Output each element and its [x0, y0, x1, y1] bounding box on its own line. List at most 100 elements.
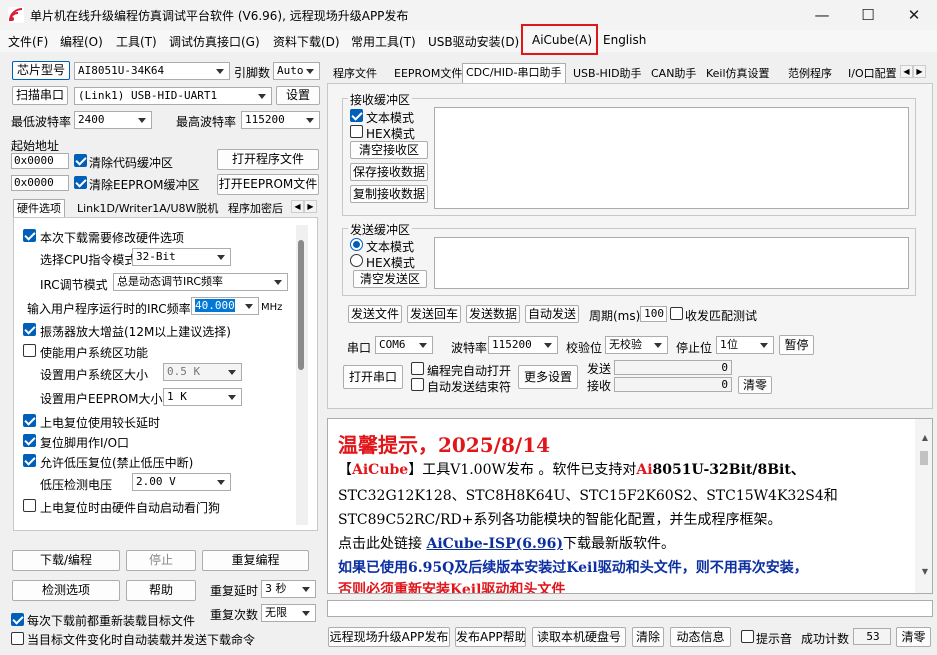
- chip-select[interactable]: AI8051U-34K64: [74, 62, 230, 80]
- eeprom-size-select[interactable]: 1 K: [163, 388, 242, 406]
- tab-cdc-hid-serial[interactable]: CDC/HID-串口助手: [462, 63, 566, 83]
- send-text-mode-radio[interactable]: [350, 238, 363, 251]
- clear-receive-button[interactable]: 清空接收区: [350, 141, 428, 159]
- beep-checkbox[interactable]: [741, 630, 754, 643]
- open-port-button[interactable]: 打开串口: [343, 365, 403, 389]
- send-file-button[interactable]: 发送文件: [348, 305, 402, 323]
- menu-program[interactable]: 编程(O): [60, 33, 103, 50]
- recv-hex-mode-checkbox[interactable]: [350, 125, 363, 138]
- tab-io-config[interactable]: I/O口配置: [845, 65, 899, 83]
- irc-freq-input[interactable]: 40.000: [191, 297, 259, 315]
- app-help-button[interactable]: 发布APP帮助: [455, 627, 526, 647]
- clear-code-checkbox[interactable]: [74, 154, 87, 167]
- lvr-checkbox[interactable]: [23, 454, 36, 467]
- menu-common-tools[interactable]: 常用工具(T): [351, 33, 416, 50]
- hardware-scrollbar-thumb[interactable]: [298, 240, 304, 370]
- menu-usb-driver[interactable]: USB驱动安装(D): [428, 33, 519, 50]
- osc-gain-checkbox[interactable]: [23, 323, 36, 336]
- chip-type-button[interactable]: 芯片型号: [12, 61, 70, 80]
- pins-select[interactable]: Auto: [273, 62, 320, 80]
- tab-can[interactable]: CAN助手: [648, 65, 699, 83]
- minimize-icon[interactable]: —: [799, 0, 845, 30]
- code-address-input[interactable]: 0x0000: [11, 153, 69, 169]
- port-select-right[interactable]: COM6: [375, 336, 433, 354]
- scroll-up-icon[interactable]: ▲: [922, 433, 928, 442]
- read-disk-button[interactable]: 读取本机硬盘号: [532, 627, 626, 647]
- send-hex-mode-radio[interactable]: [350, 254, 363, 267]
- download-button[interactable]: 下载/编程: [12, 550, 120, 571]
- lv-select[interactable]: 2.00 V: [132, 473, 231, 491]
- eeprom-address-input[interactable]: 0x0000: [11, 175, 69, 191]
- pause-button[interactable]: 暂停: [779, 335, 814, 355]
- auto-send-download-checkbox[interactable]: [11, 632, 24, 645]
- reload-checkbox[interactable]: [11, 613, 24, 626]
- sys-area-checkbox[interactable]: [23, 344, 36, 357]
- stop-button[interactable]: 停止: [126, 550, 196, 571]
- min-baud-select[interactable]: 2400: [74, 111, 152, 129]
- auto-end-checkbox[interactable]: [411, 378, 424, 391]
- tab-encrypted-program[interactable]: 程序加密后: [225, 200, 291, 218]
- right-tab-scroll-right-icon[interactable]: ▶: [913, 65, 926, 78]
- notice-scrollbar-thumb[interactable]: [920, 451, 928, 465]
- send-data-button[interactable]: 发送数据: [466, 305, 520, 323]
- save-receive-button[interactable]: 保存接收数据: [350, 163, 428, 181]
- wdt-checkbox[interactable]: [23, 499, 36, 512]
- more-settings-button[interactable]: 更多设置: [518, 365, 578, 389]
- cpu-mode-select[interactable]: 32-Bit: [132, 248, 231, 266]
- modify-hw-checkbox[interactable]: [23, 229, 36, 242]
- send-enter-button[interactable]: 发送回车: [407, 305, 461, 323]
- download-link[interactable]: AiCube-ISP(6.96): [426, 536, 563, 552]
- scroll-down-icon[interactable]: ▼: [922, 567, 928, 576]
- reprogram-button[interactable]: 重复编程: [202, 550, 309, 571]
- tab-scroll-left-icon[interactable]: ◀: [291, 200, 304, 213]
- irc-mode-select[interactable]: 总是动态调节IRC频率: [113, 273, 288, 291]
- clear-count-button[interactable]: 清零: [738, 376, 772, 394]
- menu-file[interactable]: 文件(F): [8, 33, 48, 50]
- tab-scroll-right-icon[interactable]: ▶: [304, 200, 317, 213]
- tab-hardware-options[interactable]: 硬件选项: [13, 199, 65, 217]
- parity-select[interactable]: 无校验: [605, 336, 668, 354]
- recv-text-mode-checkbox[interactable]: [350, 109, 363, 122]
- menu-english[interactable]: English: [603, 33, 646, 47]
- help-button[interactable]: 帮助: [126, 580, 196, 601]
- clear-eeprom-checkbox[interactable]: [74, 176, 87, 189]
- open-eeprom-file-button[interactable]: 打开EEPROM文件: [217, 174, 319, 195]
- open-program-file-button[interactable]: 打开程序文件: [217, 149, 319, 170]
- period-input[interactable]: 100: [640, 306, 667, 322]
- tab-link1d-offline[interactable]: Link1D/Writer1A/U8W脱机: [74, 200, 221, 218]
- clear-button[interactable]: 清除: [632, 627, 664, 647]
- remote-upgrade-button[interactable]: 远程现场升级APP发布: [328, 627, 450, 647]
- tab-eeprom-file[interactable]: EEPROM文件: [391, 65, 465, 83]
- clear-send-button[interactable]: 清空发送区: [353, 270, 427, 288]
- tab-examples[interactable]: 范例程序: [785, 65, 835, 83]
- port-select[interactable]: (Link1) USB-HID-UART1: [74, 87, 272, 105]
- right-tab-scroll-left-icon[interactable]: ◀: [900, 65, 913, 78]
- auto-send-button[interactable]: 自动发送: [525, 305, 579, 323]
- repeat-delay-select[interactable]: 3 秒: [261, 580, 316, 598]
- menu-tools[interactable]: 工具(T): [116, 33, 157, 50]
- close-icon[interactable]: ✕: [891, 0, 937, 30]
- reset-count-button[interactable]: 清零: [896, 627, 931, 647]
- send-textarea[interactable]: [434, 237, 909, 289]
- reset-io-checkbox[interactable]: [23, 434, 36, 447]
- settings-button[interactable]: 设置: [276, 86, 320, 105]
- tab-program-file[interactable]: 程序文件: [330, 65, 380, 83]
- scan-port-button[interactable]: 扫描串口: [12, 86, 68, 105]
- maximize-icon[interactable]: ☐: [845, 0, 891, 30]
- copy-receive-button[interactable]: 复制接收数据: [350, 185, 428, 203]
- sys-size-select[interactable]: 0.5 K: [163, 363, 242, 381]
- stop-bit-select[interactable]: 1位: [716, 336, 774, 354]
- max-baud-select[interactable]: 115200: [241, 111, 320, 129]
- dynamic-info-button[interactable]: 动态信息: [670, 627, 731, 647]
- receive-textarea[interactable]: [434, 107, 909, 209]
- tab-keil-sim[interactable]: Keil仿真设置: [703, 65, 773, 83]
- repeat-count-select[interactable]: 无限: [261, 604, 316, 622]
- long-delay-checkbox[interactable]: [23, 414, 36, 427]
- detect-options-button[interactable]: 检测选项: [12, 580, 120, 601]
- baud-select[interactable]: 115200: [488, 336, 558, 354]
- menu-debug-interface[interactable]: 调试仿真接口(G): [169, 33, 260, 50]
- menu-download[interactable]: 资料下载(D): [273, 33, 340, 50]
- match-test-checkbox[interactable]: [670, 307, 683, 320]
- tab-usb-hid[interactable]: USB-HID助手: [570, 65, 645, 83]
- auto-open-checkbox[interactable]: [411, 362, 424, 375]
